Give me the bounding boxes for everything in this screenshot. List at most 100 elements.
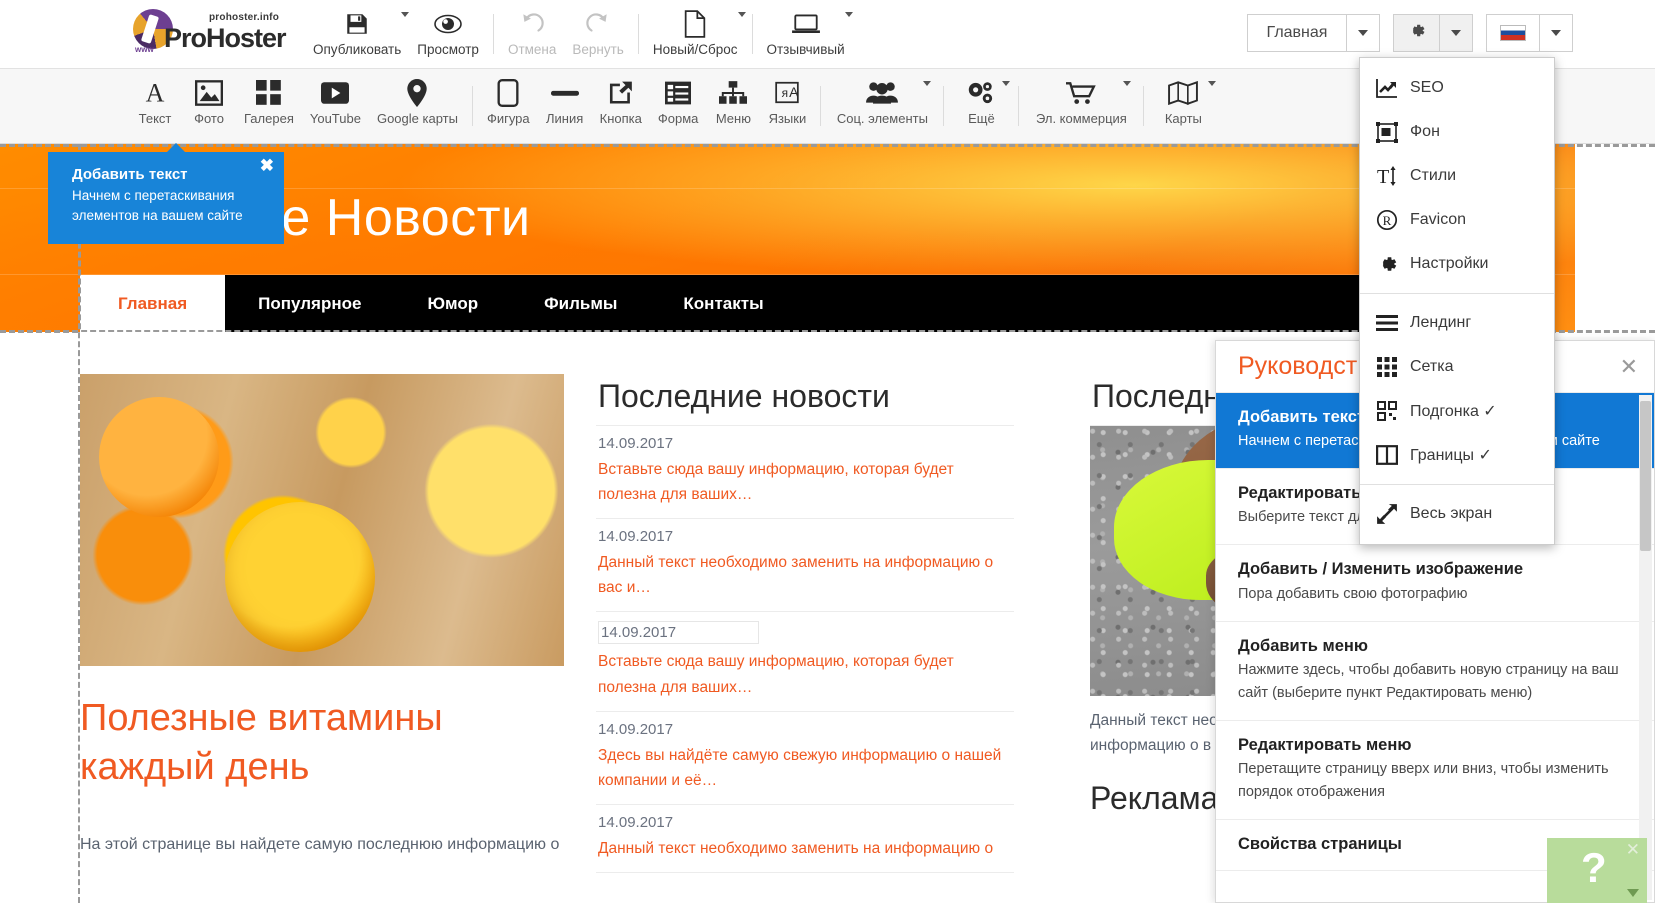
news-text[interactable]: Данный текст необходимо заменить на инфо…: [598, 550, 1012, 600]
new-page-icon: [684, 7, 706, 40]
preview-button[interactable]: Просмотр: [409, 5, 487, 63]
publish-button[interactable]: Опубликовать: [305, 5, 409, 63]
nav-item-filmy[interactable]: Фильмы: [511, 275, 650, 332]
news-heading[interactable]: Последние новости: [596, 374, 1014, 426]
news-text[interactable]: Вставьте сюда вашу информацию, которая б…: [598, 457, 1012, 507]
prohoster-logo[interactable]: prohoster.info ProHoster www: [131, 8, 279, 60]
nav-item-yumor[interactable]: Юмор: [394, 275, 511, 332]
nav-item-populyarnoe[interactable]: Популярное: [225, 275, 394, 332]
page-selector[interactable]: Главная: [1247, 14, 1380, 52]
menu-item-borders[interactable]: Границы ✓: [1360, 433, 1554, 477]
editor-window: prohoster.info ProHoster www Опубликоват…: [0, 0, 1655, 903]
settings-caret-button[interactable]: [1439, 15, 1472, 51]
chevron-down-icon[interactable]: [923, 81, 931, 86]
settings-dropdown-menu[interactable]: SEO Фон T Стили R Favicon Настройки: [1359, 57, 1555, 545]
guide-row-add-menu[interactable]: Добавить меню Нажмите здесь, чтобы добав…: [1216, 622, 1654, 721]
menu-item-landing[interactable]: Лендинг: [1360, 301, 1554, 345]
orange-juice-photo[interactable]: [80, 374, 564, 666]
menu-item-fullscreen[interactable]: Весь экран: [1360, 492, 1554, 536]
undo-button[interactable]: Отмена: [500, 5, 564, 63]
chevron-down-icon[interactable]: [738, 12, 746, 17]
tool-social[interactable]: Соц. элементы: [827, 74, 937, 138]
nav-item-glavnaya[interactable]: Главная: [80, 275, 225, 332]
toolbar-divider: [493, 14, 494, 54]
news-date: 14.09.2017: [598, 621, 759, 644]
tool-line[interactable]: Линия: [538, 74, 592, 138]
language-selector[interactable]: [1486, 14, 1573, 52]
close-icon[interactable]: ✕: [1626, 840, 1640, 860]
tool-maps[interactable]: Карты: [1150, 74, 1216, 138]
scrollbar-thumb[interactable]: [1640, 401, 1651, 551]
tool-photo[interactable]: Фото: [182, 74, 236, 138]
flag-ru-icon: [1500, 25, 1526, 41]
page-selector-caret[interactable]: [1346, 15, 1379, 51]
news-date: 14.09.2017: [598, 528, 673, 545]
chevron-down-icon[interactable]: [1002, 81, 1010, 86]
tool-youtube[interactable]: YouTube: [302, 74, 369, 138]
language-flag-button[interactable]: [1487, 15, 1539, 51]
redo-button[interactable]: Вернуть: [564, 5, 631, 63]
guide-row-add-image[interactable]: Добавить / Изменить изображение Пора доб…: [1216, 545, 1654, 621]
close-icon[interactable]: ✕: [1620, 354, 1638, 380]
menu-item-snap[interactable]: Подгонка ✓: [1360, 389, 1554, 433]
chevron-down-icon[interactable]: [401, 12, 409, 17]
chevron-down-icon[interactable]: [1627, 889, 1639, 897]
menu-item-settings[interactable]: Настройки: [1360, 242, 1554, 286]
tool-button[interactable]: Кнопка: [592, 74, 650, 138]
chevron-down-icon[interactable]: [845, 12, 853, 17]
tool-text[interactable]: A Текст: [128, 74, 182, 138]
tool-gmaps-label: Google карты: [377, 111, 458, 126]
article-title[interactable]: Полезные витамины каждый день: [80, 694, 564, 791]
tooltip-arrow: [166, 143, 186, 153]
settings-button-group[interactable]: [1393, 14, 1473, 52]
article-paragraph[interactable]: На этой странице вы найдете самую послед…: [80, 833, 564, 858]
close-icon[interactable]: ✖: [260, 156, 274, 176]
news-list-item[interactable]: 14.09.2017 Вставьте сюда вашу информацию…: [596, 426, 1014, 519]
tool-youtube-label: YouTube: [310, 111, 361, 126]
chevron-down-icon[interactable]: [1123, 81, 1131, 86]
add-text-tooltip[interactable]: ✖ Добавить текст Начнем с перетаскивания…: [48, 152, 284, 244]
help-widget[interactable]: ✕ ?: [1547, 838, 1647, 903]
menu-item-grid[interactable]: Сетка: [1360, 345, 1554, 389]
page-selector-value[interactable]: Главная: [1248, 15, 1346, 51]
tool-form[interactable]: Форма: [650, 74, 707, 138]
news-list-item[interactable]: 14.09.2017 Данный текст необходимо замен…: [596, 805, 1014, 873]
menu-item-label: SEO: [1410, 79, 1444, 97]
tool-languages-label: Языки: [769, 111, 807, 126]
responsive-button[interactable]: Отзывчивый: [759, 5, 853, 63]
news-text[interactable]: Вставьте сюда вашу информацию, которая б…: [598, 649, 1012, 699]
gear-button[interactable]: [1394, 15, 1439, 51]
menu-divider-1: [1360, 293, 1554, 294]
menu-item-background[interactable]: Фон: [1360, 110, 1554, 154]
language-caret-button[interactable]: [1539, 15, 1572, 51]
tool-more[interactable]: Ещё: [950, 74, 1012, 138]
guide-panel-scrollbar[interactable]: [1639, 395, 1652, 900]
tool-form-label: Форма: [658, 111, 699, 126]
tool-google-maps[interactable]: Google карты: [369, 74, 466, 138]
line-icon: [551, 76, 579, 109]
menu-item-styles[interactable]: T Стили: [1360, 154, 1554, 198]
site-navbar[interactable]: Главная Популярное Юмор Фильмы Контакты: [80, 275, 1496, 332]
tool-shape[interactable]: Фигура: [479, 74, 538, 138]
nav-item-kontakty[interactable]: Контакты: [650, 275, 796, 332]
chevron-down-icon: [1358, 30, 1368, 36]
new-reset-button[interactable]: Новый/Сброс: [645, 5, 746, 63]
news-list-item[interactable]: 14.09.2017 Данный текст необходимо замен…: [596, 519, 1014, 612]
tool-menu[interactable]: Меню: [706, 74, 760, 138]
chevron-down-icon[interactable]: [1208, 81, 1216, 86]
menu-item-favicon[interactable]: R Favicon: [1360, 198, 1554, 242]
news-text[interactable]: Здесь вы найдёте самую свежую информацию…: [598, 743, 1012, 793]
tool-divider-3: [943, 86, 944, 126]
news-date: 14.09.2017: [598, 435, 673, 452]
tool-languages[interactable]: яA Языки: [760, 74, 814, 138]
news-text[interactable]: Данный текст необходимо заменить на инфо…: [598, 836, 1012, 861]
chevron-down-icon: [1551, 30, 1561, 36]
news-date: 14.09.2017: [598, 721, 673, 738]
news-list-item[interactable]: 14.09.2017 Здесь вы найдёте самую свежую…: [596, 712, 1014, 805]
menu-item-seo[interactable]: SEO: [1360, 66, 1554, 110]
guide-row-edit-menu[interactable]: Редактировать меню Перетащите страницу в…: [1216, 721, 1654, 820]
tool-menu-label: Меню: [716, 111, 751, 126]
news-list-item[interactable]: 14.09.2017 Вставьте сюда вашу информацию…: [596, 612, 1014, 711]
tool-ecommerce[interactable]: Эл. коммерция: [1025, 74, 1137, 138]
tool-gallery[interactable]: Галерея: [236, 74, 302, 138]
